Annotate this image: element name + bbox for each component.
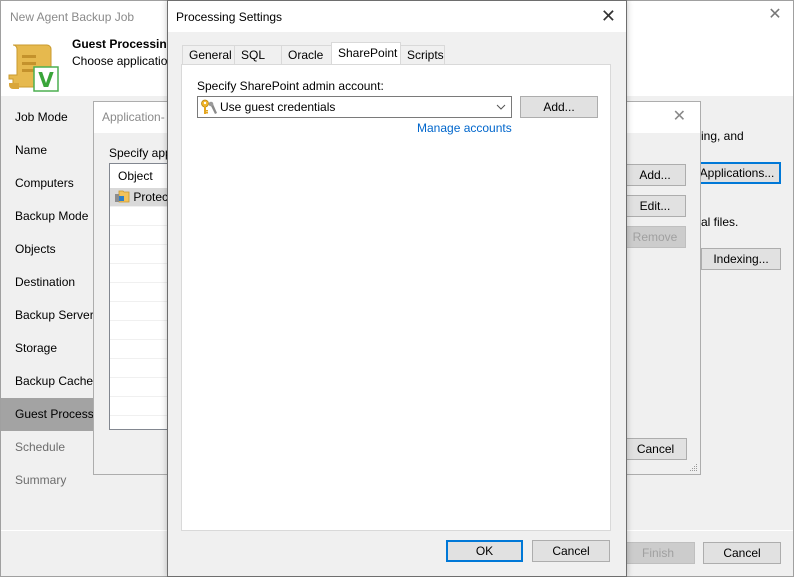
svg-text:V: V [38, 68, 54, 92]
step-name[interactable]: Name [1, 134, 95, 167]
processing-settings-title: Processing Settings [176, 10, 283, 24]
step-backup-cache[interactable]: Backup Cache [1, 365, 95, 398]
sharepoint-account-value: Use guest credentials [220, 100, 336, 114]
app-dialog-label: Specify app [109, 146, 172, 160]
guest-processing-scroll-icon: V [8, 44, 59, 92]
processing-settings-dialog: Processing Settings ✕ General SQL Oracle… [167, 0, 627, 577]
tab-sql[interactable]: SQL [234, 45, 282, 65]
header-subtitle: Choose application [72, 54, 175, 68]
manage-accounts-link[interactable]: Manage accounts [417, 121, 512, 135]
step-objects[interactable]: Objects [1, 233, 95, 266]
main-close-icon[interactable]: ✕ [767, 7, 783, 23]
step-computers[interactable]: Computers [1, 167, 95, 200]
processing-settings-cancel-button[interactable]: Cancel [532, 540, 610, 562]
tab-oracle[interactable]: Oracle [281, 45, 332, 65]
ok-button[interactable]: OK [446, 540, 523, 562]
applications-button[interactable]: Applications... [693, 162, 781, 184]
main-window-title: New Agent Backup Job [10, 10, 135, 24]
indexing-description: al files. [701, 215, 739, 229]
sharepoint-add-account-button[interactable]: Add... [520, 96, 598, 118]
processing-settings-titlebar: Processing Settings ✕ [168, 1, 626, 32]
tab-sharepoint[interactable]: SharePoint [331, 42, 401, 66]
step-summary: Summary [15, 473, 67, 487]
step-backup-server[interactable]: Backup Server [1, 299, 95, 332]
app-edit-button[interactable]: Edit... [624, 195, 686, 217]
resize-grip-icon[interactable] [688, 462, 698, 472]
sharepoint-account-label: Specify SharePoint admin account: [197, 79, 384, 93]
app-remove-button: Remove [624, 226, 686, 248]
credentials-key-icon [201, 99, 217, 114]
list-item-label: Protec [133, 190, 169, 204]
step-destination[interactable]: Destination [1, 266, 95, 299]
chevron-down-icon[interactable] [495, 99, 507, 115]
app-dialog-title: Application- [102, 110, 165, 124]
sharepoint-tab-panel: Specify SharePoint admin account: Use gu… [181, 64, 611, 531]
step-guest-processing[interactable]: Guest Processing [1, 398, 95, 431]
guest-processing-description: ing, and [701, 129, 744, 143]
app-cancel-button[interactable]: Cancel [624, 438, 687, 460]
app-dialog-close-icon[interactable]: ✕ [673, 109, 686, 125]
app-add-button[interactable]: Add... [624, 164, 686, 186]
finish-button: Finish [621, 542, 695, 564]
step-backup-mode[interactable]: Backup Mode [1, 200, 95, 233]
wizard-steps: Job Mode Name Computers Backup Mode Obje… [1, 101, 95, 497]
header-title: Guest Processing [72, 37, 175, 51]
step-storage[interactable]: Storage [1, 332, 95, 365]
step-schedule: Schedule [15, 440, 66, 454]
sharepoint-account-select[interactable]: Use guest credentials [197, 96, 512, 118]
protection-group-icon [115, 190, 130, 203]
main-cancel-button[interactable]: Cancel [703, 542, 781, 564]
tab-scripts[interactable]: Scripts [400, 45, 445, 65]
tab-general[interactable]: General [182, 45, 235, 65]
indexing-button[interactable]: Indexing... [701, 248, 781, 270]
processing-settings-close-icon[interactable]: ✕ [601, 7, 616, 25]
step-job-mode[interactable]: Job Mode [1, 101, 95, 134]
